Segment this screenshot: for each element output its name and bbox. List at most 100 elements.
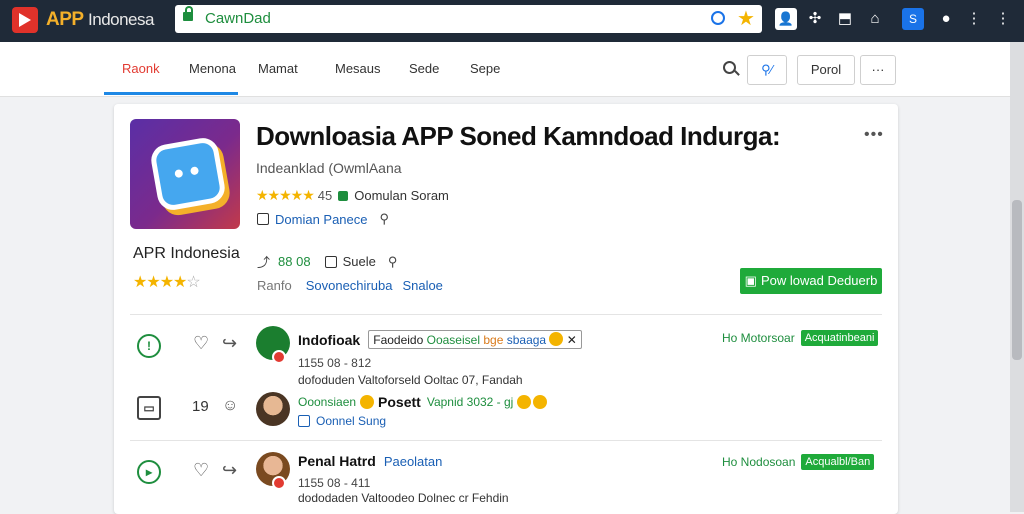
extension-puzzle-icon[interactable]: ✣ (804, 8, 826, 30)
developer-link[interactable]: Domian Panece (275, 212, 368, 227)
section-divider (130, 314, 882, 315)
app-subtitle: Indeanklad (OwmlAana (256, 160, 402, 176)
rating-stars-icon: ★★★★★ (256, 187, 315, 203)
emoji-icon (533, 395, 548, 409)
reviewer-name[interactable]: Posett (378, 394, 421, 410)
download-button[interactable]: ▣ Pow lowad Deduerb (740, 268, 882, 294)
download-label: Pow lowad Deduerb (760, 273, 878, 288)
trend-icon: ⤴ (257, 255, 271, 270)
online-badge-icon (272, 476, 286, 490)
review-2-line1: Ooonsiaen Posett Vapnid 3032 - gj (298, 394, 548, 410)
category-icon (338, 190, 349, 201)
avatar[interactable] (256, 392, 290, 426)
rating-count: 45 (317, 188, 333, 203)
like-heart-icon[interactable]: ♡ (193, 460, 209, 481)
tag-2: Ooaseisel (426, 333, 480, 347)
review-2-rest: Vapnid 3032 - gj (426, 395, 514, 409)
lock-icon (183, 6, 193, 21)
nav-tab-sede[interactable]: Sede (409, 61, 439, 76)
download-icon: ▣ (744, 273, 757, 288)
extension-profile-icon[interactable]: 👤 (775, 8, 797, 30)
url-text[interactable]: CawnDad (205, 10, 271, 27)
brand-main: APP (46, 9, 84, 30)
close-icon[interactable]: ✕ (567, 333, 577, 347)
app-rating-stars-icon: ★★★★☆ (133, 274, 201, 291)
reply-share-icon[interactable]: ↪ (222, 333, 237, 354)
reviewer-name[interactable]: Penal Hatrd (298, 453, 376, 469)
review-2-line2: Oonnel Sung (298, 414, 386, 428)
review-text: dofoduden Valtoforseld Ooltac 07, Fandah (298, 373, 523, 387)
reviewer-handle[interactable]: Paeolatan (384, 454, 443, 469)
tag-4: sbaaga (506, 333, 547, 347)
extension-s-icon[interactable]: S (902, 8, 924, 30)
links-row: Ranfo Sovonechiruba Snaloe (257, 278, 443, 293)
developer-row: Domian Panece ⚲ (257, 211, 389, 227)
review-play-icon: ▸ (137, 460, 161, 484)
nav-tab-mesaus[interactable]: Mesaus (335, 61, 381, 76)
nav-more-button[interactable]: ··· (860, 55, 896, 85)
reviewer-name[interactable]: Indofioak (298, 332, 360, 348)
review-2-link[interactable]: Oonnel Sung (316, 414, 386, 428)
checkbox-icon[interactable] (324, 255, 337, 268)
reply-share-icon[interactable]: ↪ (222, 460, 237, 481)
bookmark-star-icon[interactable]: ★ (737, 6, 755, 31)
accept-pill[interactable]: Acquatinbeani (800, 330, 879, 346)
doc-icon (257, 213, 269, 225)
review-date: 1155 08 - 812 (298, 356, 372, 370)
window-menu-icon[interactable]: ⋮ (992, 8, 1014, 30)
review-2-prefix: Ooonsiaen (298, 395, 357, 409)
tag-1: Faodeido (373, 333, 424, 347)
like-heart-icon[interactable]: ♡ (193, 333, 209, 354)
review-text: dododaden Valtoodeo Dolnec cr Fehdin (298, 491, 509, 505)
link-ranfo[interactable]: Ranfo (257, 278, 292, 293)
nav-tab-sepe[interactable]: Sepe (470, 61, 500, 76)
page-title: Downloasia APP Soned Kamndoad Indurga: (256, 121, 781, 151)
search-icon[interactable] (723, 61, 736, 74)
chat-bubble-icon (148, 135, 228, 213)
emoji-icon (360, 395, 375, 409)
comment-icon[interactable]: ☺ (222, 397, 238, 415)
online-badge-icon (272, 350, 286, 364)
section-divider (130, 440, 882, 441)
share-link-icon[interactable]: ⚲ (380, 211, 390, 227)
review-count: 19 (192, 398, 209, 415)
extension-info-icon[interactable]: ● (935, 8, 957, 30)
app-name-label: APR Indonesia (133, 245, 240, 262)
active-tab-indicator (104, 92, 238, 95)
portal-button[interactable]: Porol (797, 55, 855, 85)
link-snaloe[interactable]: Snaloe (402, 278, 442, 293)
search-small-icon[interactable]: ⚲ (388, 254, 398, 270)
stat-label: Suele (342, 254, 376, 269)
accept-pill[interactable]: Acqualbl/Ban (801, 454, 875, 470)
moderator-row: Ho Nodosoan Acqualbl/Ban (722, 454, 875, 470)
filter-button[interactable]: ⚲⁄ (747, 55, 787, 85)
category-label[interactable]: Oomulan Soram (354, 188, 449, 203)
emoji-icon (517, 395, 532, 409)
scrollbar-thumb[interactable] (1012, 200, 1022, 360)
link-sovonechiruba[interactable]: Sovonechiruba (306, 278, 393, 293)
rating-row: ★★★★★ 45 Oomulan Soram (256, 187, 449, 204)
review-3-header: Penal Hatrd Paeolatan (298, 453, 442, 469)
nav-tab-menona[interactable]: Menona (189, 61, 236, 76)
brand-name[interactable]: APP Indonesa (46, 9, 154, 31)
more-options-icon[interactable]: ••• (864, 126, 884, 144)
home-icon[interactable]: ⌂ (864, 8, 886, 30)
review-header: Indofioak Faodeido Ooaseisel bge sbaaga … (298, 330, 582, 349)
message-icon (298, 415, 310, 427)
review-status-icon: ! (137, 334, 161, 358)
refresh-icon[interactable] (711, 11, 725, 25)
app-icon (130, 119, 240, 229)
extension-save-icon[interactable]: ⬒ (834, 8, 856, 30)
nav-tab-mamat[interactable]: Mamat (258, 61, 298, 76)
review-tags: Faodeido Ooaseisel bge sbaaga ✕ (368, 330, 582, 349)
moderator-row: Ho Motorsoar Acquatinbeani (722, 330, 879, 346)
brand-rest: Indonesa (88, 10, 154, 29)
moderator-label: Ho Nodosoan (722, 455, 796, 469)
review-date: 1155 08 - 411 (298, 476, 371, 490)
browser-menu-icon[interactable]: ⋮ (963, 8, 985, 30)
emoji-icon (549, 332, 564, 346)
app-logo-icon (12, 7, 38, 33)
review-square-icon: ▭ (137, 396, 161, 420)
stat-value: 88 08 (278, 254, 311, 269)
nav-tab-home[interactable]: Raonk (122, 61, 160, 76)
